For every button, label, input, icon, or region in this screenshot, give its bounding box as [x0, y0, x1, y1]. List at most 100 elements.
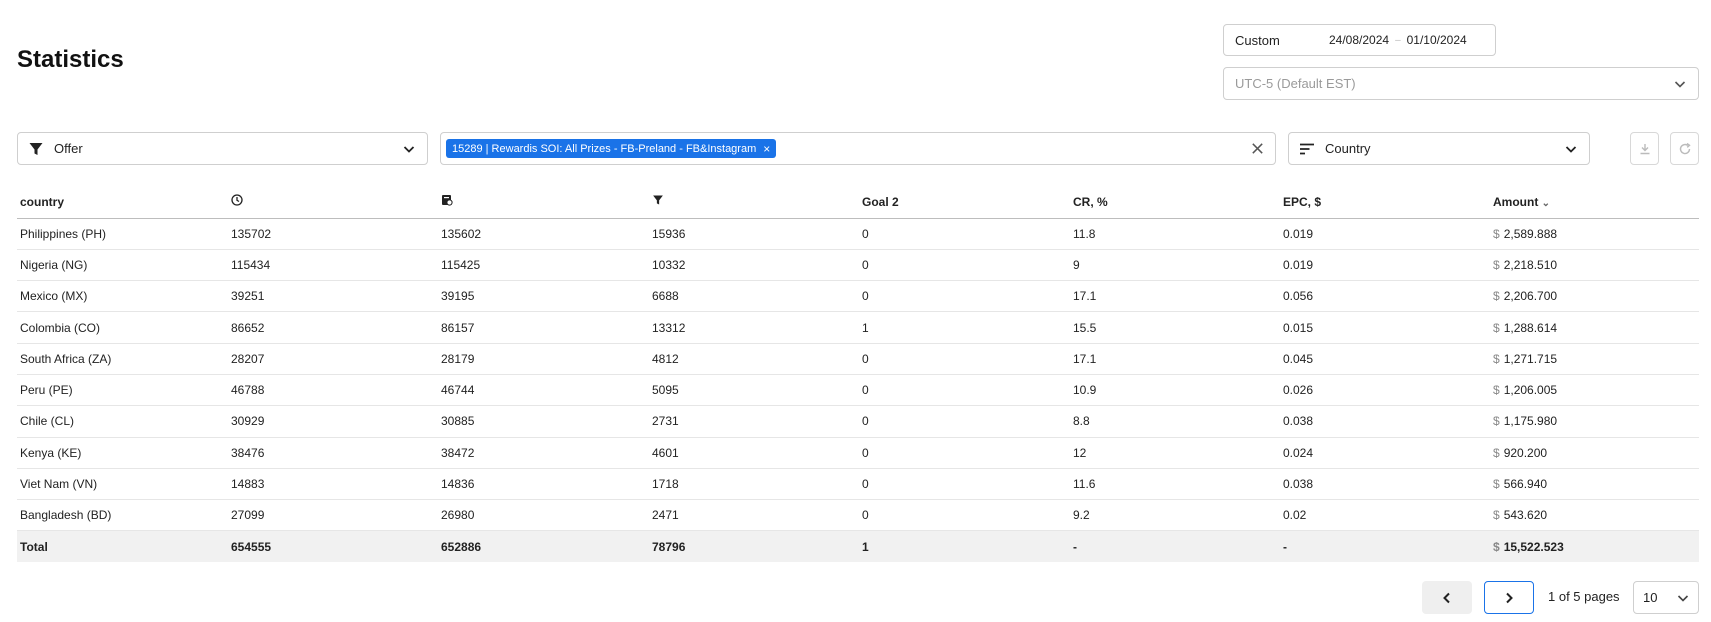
table-row: Viet Nam (VN) 14883 14836 1718 0 11.6 0.038 $56…: [17, 468, 1699, 501]
amount-value: 2,206.700: [1503, 289, 1558, 304]
currency-symbol: $: [1493, 539, 1500, 554]
cell-c1: 86652: [228, 311, 438, 344]
filter-icon: [653, 195, 663, 205]
cell-c2: 38472: [438, 437, 649, 469]
cell-country: Colombia (CO): [17, 311, 228, 344]
currency-symbol: $: [1493, 257, 1500, 272]
clear-icon[interactable]: [1250, 141, 1265, 156]
cell-epc: 0.038: [1280, 405, 1490, 438]
cell-cr: 9.2: [1070, 499, 1280, 532]
next-page-button[interactable]: [1484, 581, 1534, 614]
cell-goal2: 0: [859, 499, 1070, 532]
cell-cr: 17.1: [1070, 343, 1280, 375]
cell-cr: 10.9: [1070, 374, 1280, 407]
table-row: Colombia (CO) 86652 86157 13312 1 15.5 0.015 $1…: [17, 311, 1699, 344]
timezone-placeholder: UTC-5 (Default EST): [1235, 76, 1356, 91]
table-row: Chile (CL) 30929 30885 2731 0 8.8 0.038 $1,175.…: [17, 405, 1699, 438]
sort-desc-icon: ⌄: [1541, 197, 1551, 209]
amount-value: 543.620: [1503, 508, 1548, 523]
date-preset[interactable]: Custom: [1235, 33, 1329, 48]
date-to[interactable]: 01/10/2024: [1407, 33, 1467, 47]
group-by-select[interactable]: Country: [1288, 132, 1590, 165]
cell-c3: 6688: [649, 280, 859, 313]
header-goal2[interactable]: Goal 2: [859, 186, 1070, 219]
cell-amount: $566.940: [1490, 468, 1699, 501]
amount-value: 1,175.980: [1503, 414, 1558, 429]
header-unique[interactable]: [438, 186, 649, 219]
cell-c1: 14883: [228, 468, 438, 501]
cell-cr: 12: [1070, 437, 1280, 469]
page-title: Statistics: [17, 46, 124, 73]
cell-epc: 0.026: [1280, 374, 1490, 407]
cell-cr: 17.1: [1070, 280, 1280, 313]
cell-epc: 0.02: [1280, 499, 1490, 532]
document-check-icon: [442, 195, 453, 206]
cell-c1: 135702: [228, 218, 438, 250]
filter-icon: [29, 142, 43, 155]
total-c3: 78796: [649, 530, 859, 562]
offer-filter-label: Offer: [54, 141, 83, 156]
date-separator: –: [1395, 34, 1401, 46]
selected-offer-tag: 15289 | Rewardis SOI: All Prizes - FB-Pr…: [446, 139, 777, 158]
cell-c3: 1718: [649, 468, 859, 501]
chevron-down-icon: [403, 146, 415, 153]
cell-goal2: 0: [859, 374, 1070, 407]
table-row: Philippines (PH) 135702 135602 15936 0 11.8 0.…: [17, 218, 1699, 250]
date-from[interactable]: 24/08/2024: [1329, 33, 1389, 47]
page-size-select[interactable]: 10: [1633, 581, 1699, 614]
download-button[interactable]: [1630, 132, 1659, 165]
cell-c3: 4812: [649, 343, 859, 375]
remove-tag-button[interactable]: ×: [763, 142, 770, 156]
cell-epc: 0.024: [1280, 437, 1490, 469]
cell-goal2: 0: [859, 343, 1070, 375]
currency-symbol: $: [1493, 383, 1500, 398]
header-cr[interactable]: CR, %: [1070, 186, 1280, 219]
cell-c2: 28179: [438, 343, 649, 375]
header-epc[interactable]: EPC, $: [1280, 186, 1490, 219]
cell-c3: 13312: [649, 311, 859, 344]
cell-amount: $543.620: [1490, 499, 1699, 532]
currency-symbol: $: [1493, 289, 1500, 304]
cell-amount: $2,589.888: [1490, 218, 1699, 250]
cell-c3: 5095: [649, 374, 859, 407]
cell-c2: 46744: [438, 374, 649, 407]
download-icon: [1640, 143, 1649, 154]
cell-goal2: 0: [859, 405, 1070, 438]
cell-c1: 30929: [228, 405, 438, 438]
cell-epc: 0.038: [1280, 468, 1490, 501]
cell-cr: 9: [1070, 249, 1280, 282]
header-clicks[interactable]: [228, 186, 438, 219]
previous-page-button[interactable]: [1422, 581, 1472, 614]
offer-filter-select[interactable]: Offer: [17, 132, 428, 165]
cell-cr: 8.8: [1070, 405, 1280, 438]
cell-c2: 86157: [438, 311, 649, 344]
cell-amount: $1,288.614: [1490, 311, 1699, 344]
table-header-row: country Goal 2 CR, % EPC, $ Amount ⌄: [17, 186, 1699, 219]
total-c1: 654555: [228, 530, 438, 562]
total-goal2: 1: [859, 530, 1070, 562]
cell-amount: $920.200: [1490, 437, 1699, 469]
cell-goal2: 0: [859, 437, 1070, 469]
cell-epc: 0.015: [1280, 311, 1490, 344]
offer-tag-input[interactable]: 15289 | Rewardis SOI: All Prizes - FB-Pr…: [440, 132, 1276, 165]
cell-c1: 115434: [228, 249, 438, 282]
cell-c2: 39195: [438, 280, 649, 313]
chevron-right-icon: [1506, 592, 1513, 603]
cell-goal2: 1: [859, 311, 1070, 344]
header-country[interactable]: country: [17, 186, 228, 219]
timezone-select[interactable]: UTC-5 (Default EST): [1223, 67, 1699, 100]
header-amount[interactable]: Amount ⌄: [1490, 186, 1699, 219]
amount-value: 1,206.005: [1503, 383, 1558, 398]
cell-epc: 0.045: [1280, 343, 1490, 375]
date-range-picker[interactable]: Custom 24/08/2024 – 01/10/2024: [1223, 24, 1496, 56]
table-row: Nigeria (NG) 115434 115425 10332 0 9 0.019 $2,2…: [17, 249, 1699, 282]
currency-symbol: $: [1493, 508, 1500, 523]
cell-country: Nigeria (NG): [17, 249, 228, 282]
refresh-button[interactable]: [1670, 132, 1699, 165]
cell-c1: 28207: [228, 343, 438, 375]
cell-amount: $2,206.700: [1490, 280, 1699, 313]
currency-symbol: $: [1493, 320, 1500, 335]
cell-amount: $1,206.005: [1490, 374, 1699, 407]
header-conversions[interactable]: [649, 186, 859, 219]
cell-c2: 135602: [438, 218, 649, 250]
